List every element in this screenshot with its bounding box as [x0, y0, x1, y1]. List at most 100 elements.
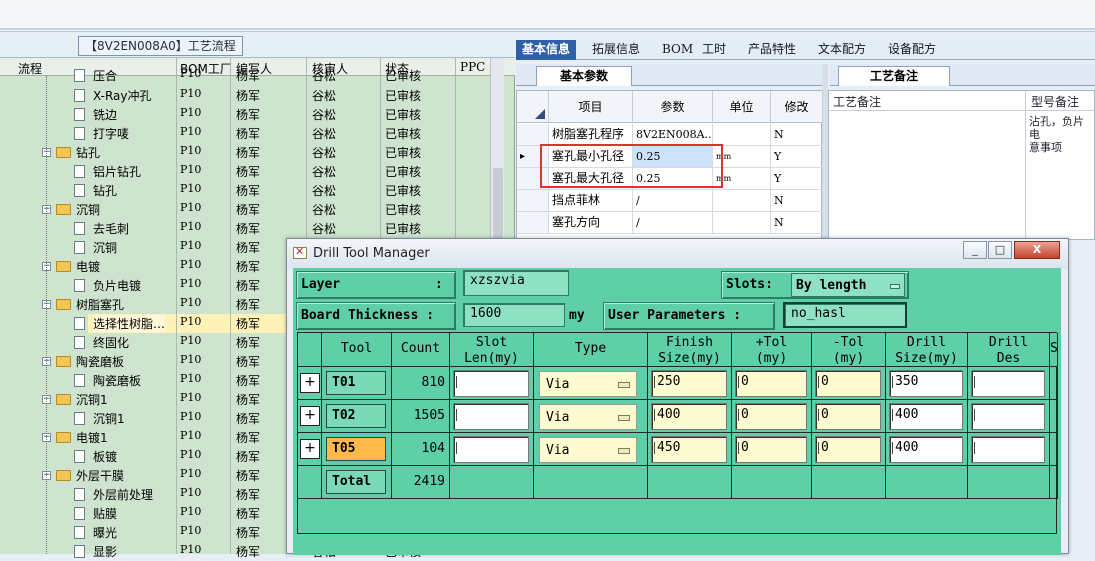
tree-row[interactable]: 去毛刺 P10 杨军 谷松 已审核: [0, 219, 490, 238]
tree-row-status: 已审核: [385, 203, 422, 217]
tree-row-name: 沉铜: [93, 241, 118, 255]
tree-row[interactable]: − 钻孔 P10 杨军 谷松 已审核: [0, 143, 490, 162]
tree-row-author: 杨军: [236, 336, 261, 350]
param-modify-cell[interactable]: N: [771, 212, 823, 234]
tree-row[interactable]: 铝片钻孔 P10 杨军 谷松 已审核: [0, 162, 490, 181]
minus-tol-col-header[interactable]: -Tol (my): [812, 333, 886, 367]
type-combo[interactable]: Via: [539, 371, 637, 397]
tab-labor-hours[interactable]: 工时: [696, 40, 732, 60]
finish-size-input[interactable]: 450: [651, 436, 727, 463]
count-col-header[interactable]: Count: [392, 333, 450, 367]
finish-size-input[interactable]: 400: [651, 403, 727, 430]
tree-row[interactable]: − 沉铜 P10 杨军 谷松 已审核: [0, 200, 490, 219]
tree-row-name: 电镀: [76, 260, 101, 274]
row-indicator[interactable]: [517, 124, 549, 146]
tool-button[interactable]: T05: [326, 437, 386, 461]
param-unit-cell[interactable]: [713, 212, 771, 234]
tool-cell: T01: [322, 367, 392, 400]
param-item-cell[interactable]: 树脂塞孔程序: [549, 124, 633, 146]
modify-col-header[interactable]: 修改: [771, 91, 823, 123]
add-tool-icon[interactable]: +: [300, 439, 320, 459]
minus-tol-input[interactable]: 0: [815, 436, 881, 463]
add-tool-icon[interactable]: +: [300, 406, 320, 426]
param-unit-cell[interactable]: [713, 124, 771, 146]
tab-basic-info[interactable]: 基本信息: [516, 40, 577, 60]
type-combo[interactable]: Via: [539, 437, 637, 463]
tree-row[interactable]: 铣边 P10 杨军 谷松 已审核: [0, 105, 490, 124]
tab-process-notes[interactable]: 工艺备注: [838, 66, 950, 86]
drill-size-input[interactable]: 400: [889, 403, 963, 430]
plus-tol-input[interactable]: 0: [735, 370, 807, 397]
slots-combo[interactable]: By length: [791, 273, 905, 297]
tree-row-bom: P10: [180, 296, 202, 309]
slot-len-input[interactable]: [453, 436, 529, 463]
plus-tol-col-header[interactable]: +Tol (my): [732, 333, 812, 367]
type-col-header[interactable]: Type: [534, 333, 648, 367]
minus-tol-input[interactable]: 0: [815, 403, 881, 430]
type-combo[interactable]: Via: [539, 404, 637, 430]
board-thickness-label: Board Thickness :: [296, 302, 456, 330]
slot-len-col-header[interactable]: Slot Len(my): [450, 333, 534, 367]
drill-size-input[interactable]: 350: [889, 370, 963, 397]
param-value-cell[interactable]: /: [633, 212, 713, 234]
tab-extended-info[interactable]: 拓展信息: [586, 40, 646, 60]
row-indicator[interactable]: [517, 190, 549, 212]
tree-row-name: 压合: [93, 69, 118, 83]
plus-tol-input[interactable]: 0: [735, 403, 807, 430]
add-tool-icon[interactable]: +: [300, 373, 320, 393]
layer-field[interactable]: xzszvia: [463, 270, 569, 296]
drill-size-input[interactable]: 400: [889, 436, 963, 463]
param-modify-cell[interactable]: N: [771, 190, 823, 212]
drill-des-input[interactable]: [971, 370, 1045, 397]
tree-row-bom: P10: [180, 448, 202, 461]
tool-select-cell[interactable]: +: [298, 400, 322, 433]
tree-row-reviewer: 谷松: [312, 127, 337, 141]
param-item-cell[interactable]: 挡点菲林: [549, 190, 633, 212]
drill-size-input-cell: 350: [886, 367, 968, 400]
plus-tol-input[interactable]: 0: [735, 436, 807, 463]
unit-col-header[interactable]: 单位: [713, 91, 771, 123]
slot-len-input[interactable]: [453, 370, 529, 397]
tree-row[interactable]: 打字唛 P10 杨军 谷松 已审核: [0, 124, 490, 143]
tab-equipment-recipe[interactable]: 设备配方: [882, 40, 942, 60]
drill-des-input[interactable]: [971, 436, 1045, 463]
minimize-button[interactable]: _: [963, 241, 987, 259]
finish-size-input-value: 250: [657, 374, 681, 389]
row-indicator[interactable]: [517, 212, 549, 234]
tab-bom[interactable]: BOM: [656, 40, 699, 60]
tool-button[interactable]: T02: [326, 404, 386, 428]
tool-select-cell[interactable]: +: [298, 433, 322, 466]
tree-row[interactable]: X-Ray冲孔 P10 杨军 谷松 已审核: [0, 86, 490, 105]
dtm-titlebar[interactable]: Drill Tool Manager _ □ X: [287, 239, 1068, 269]
user-params-field[interactable]: no_hasl: [783, 302, 907, 328]
param-modify-cell[interactable]: N: [771, 124, 823, 146]
drill-size-col-header[interactable]: Drill Size(my): [886, 333, 968, 367]
tool-select-cell[interactable]: +: [298, 367, 322, 400]
slot-len-input[interactable]: [453, 403, 529, 430]
param-item-cell[interactable]: 塞孔方向: [549, 212, 633, 234]
drill-des-input[interactable]: [971, 403, 1045, 430]
param-modify-cell[interactable]: Y: [771, 168, 823, 190]
maximize-button[interactable]: □: [988, 241, 1012, 259]
drill-des-col-header[interactable]: Drill Des: [968, 333, 1050, 367]
tab-text-recipe[interactable]: 文本配方: [812, 40, 872, 60]
tab-product-features[interactable]: 产品特性: [742, 40, 802, 60]
item-col-header[interactable]: 项目: [549, 91, 633, 123]
param-value-cell[interactable]: /: [633, 190, 713, 212]
tab-basic-params[interactable]: 基本参数: [536, 66, 632, 86]
tool-count: 1505: [392, 400, 450, 433]
param-modify-cell[interactable]: Y: [771, 146, 823, 168]
finish-size-input[interactable]: 250: [651, 370, 727, 397]
close-button[interactable]: X: [1014, 241, 1060, 259]
tool-col-header[interactable]: Tool: [322, 333, 392, 367]
param-value-cell[interactable]: 8V2EN008A...: [633, 124, 713, 146]
tool-button[interactable]: T01: [326, 371, 386, 395]
board-thickness-field[interactable]: 1600: [463, 303, 565, 327]
value-col-header[interactable]: 参数: [633, 91, 713, 123]
tree-row[interactable]: 钻孔 P10 杨军 谷松 已审核: [0, 181, 490, 200]
minus-tol-input[interactable]: 0: [815, 370, 881, 397]
tree-row[interactable]: 压合 P10 杨军 谷松 已审核: [0, 66, 490, 85]
s-col-header[interactable]: S: [1050, 333, 1058, 367]
param-unit-cell[interactable]: [713, 190, 771, 212]
finish-size-col-header[interactable]: Finish Size(my): [648, 333, 732, 367]
